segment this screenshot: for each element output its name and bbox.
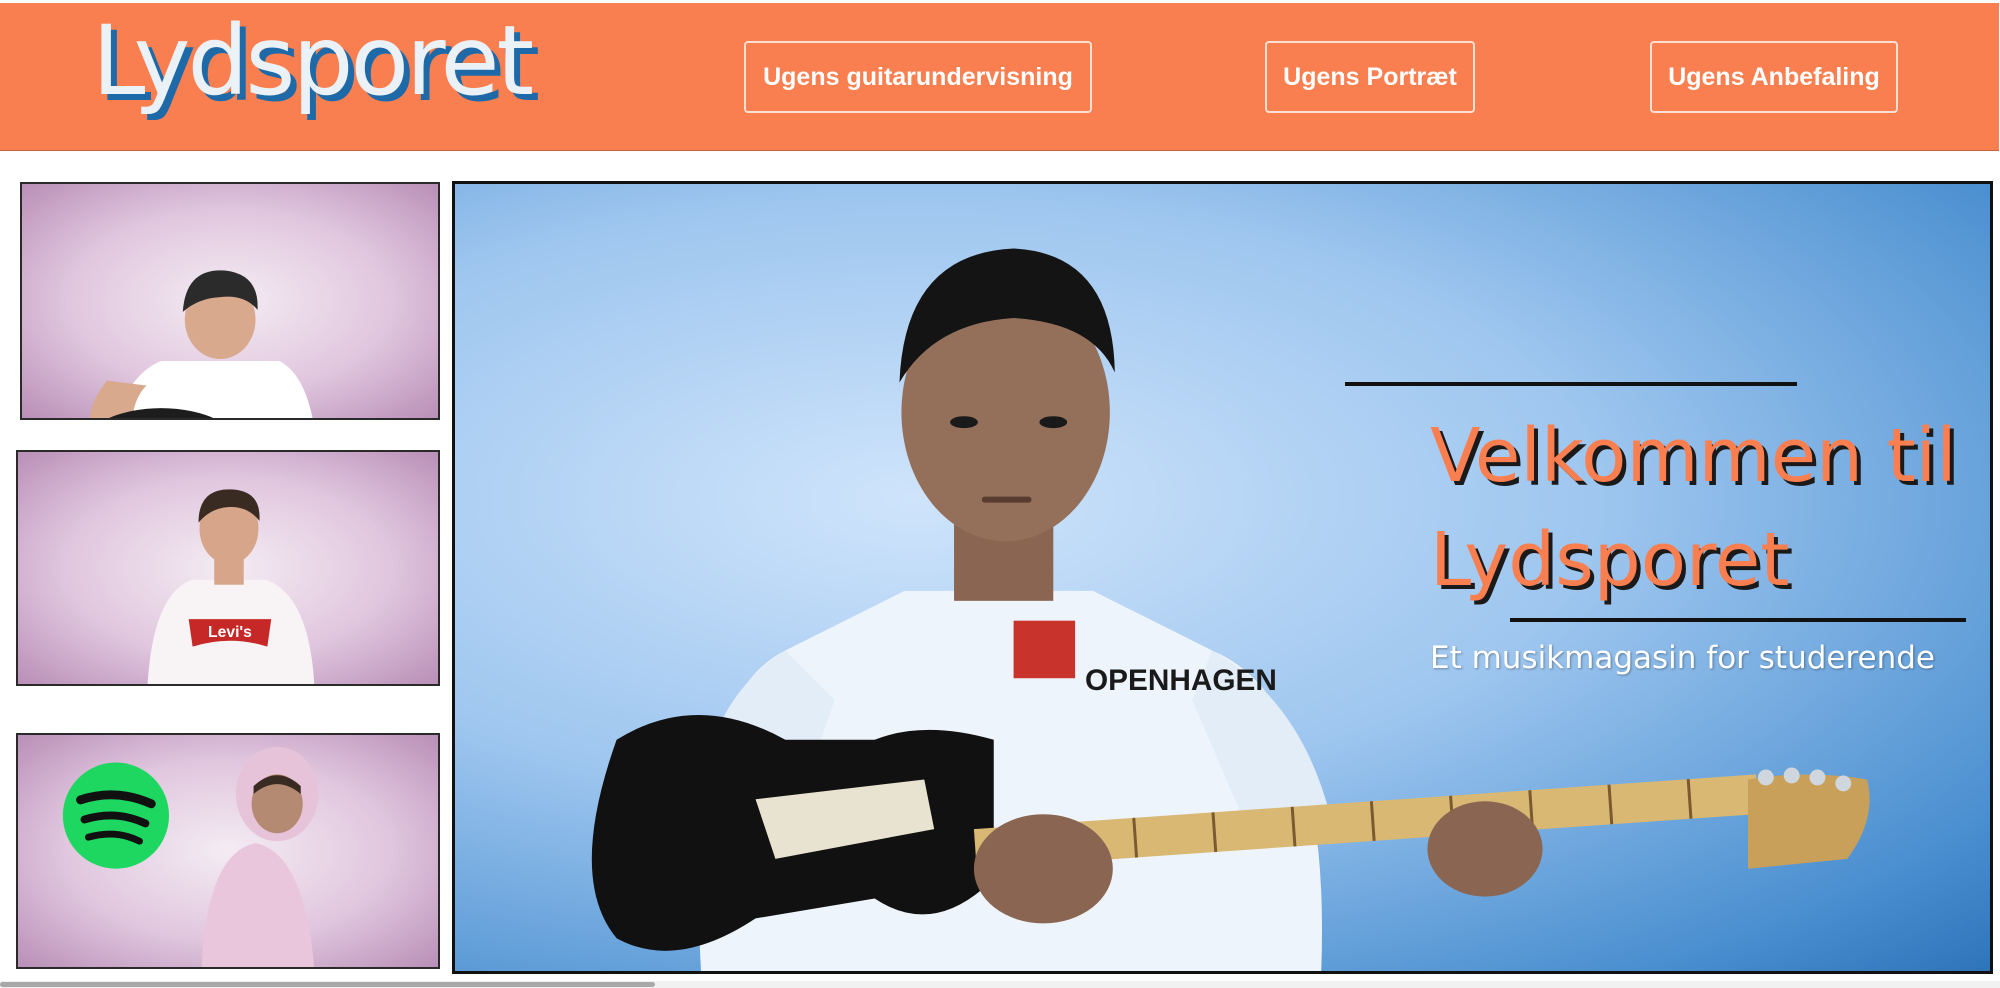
nav-button-portrait[interactable]: Ugens Portræt	[1265, 41, 1475, 113]
hero-title: Velkommen til Lydsporet	[1430, 413, 1957, 603]
hero-divider-bottom	[1510, 618, 1966, 622]
hero-divider-top	[1345, 382, 1797, 386]
thumbnail-portrait[interactable]: Levi's	[16, 450, 440, 686]
nav-button-recommendation[interactable]: Ugens Anbefaling	[1650, 41, 1898, 113]
guitar-player-photo	[89, 270, 313, 418]
thumbnail-guitar-lesson[interactable]	[20, 182, 440, 420]
portrait-photo: Levi's	[147, 489, 315, 684]
site-logo[interactable]: Lydsporet	[92, 13, 534, 109]
spotify-icon	[62, 762, 170, 869]
thumbnail-recommendation[interactable]	[16, 733, 440, 969]
nav-button-guitar-lessons[interactable]: Ugens guitarundervisning	[744, 41, 1092, 113]
site-header: Lydsporet Ugens guitarundervisning Ugens…	[0, 3, 1999, 151]
levis-logo-text: Levi's	[208, 624, 252, 641]
hero-banner: OPENHAGEN Velkommen til Lydsporet Et mus…	[452, 181, 1993, 974]
hero-subtitle: Et musikmagasin for studerende	[1430, 640, 1936, 676]
horizontal-scrollbar-thumb[interactable]	[0, 982, 655, 987]
spotify-recommendation-photo	[62, 746, 319, 967]
shirt-text: OPENHAGEN	[1085, 664, 1277, 697]
